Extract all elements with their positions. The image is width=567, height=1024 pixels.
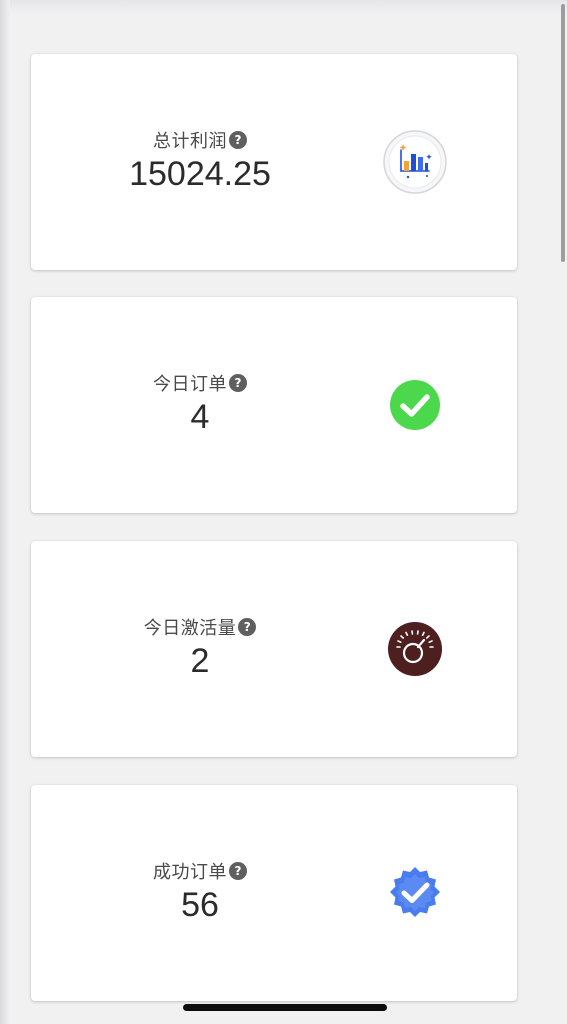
help-icon[interactable]: ?	[229, 131, 247, 149]
stat-value: 56	[181, 886, 219, 924]
check-circle-icon	[383, 373, 447, 437]
stat-value: 4	[190, 398, 210, 436]
gauge-icon	[383, 617, 447, 681]
stat-value: 15024.25	[129, 155, 271, 193]
stat-label-row: 今日订单 ?	[153, 371, 247, 395]
stat-card-today-activations[interactable]: 今日激活量 ? 2	[31, 541, 517, 757]
bar-chart-icon	[383, 130, 447, 194]
stat-label-row: 成功订单 ?	[153, 859, 247, 883]
stat-card-today-orders[interactable]: 今日订单 ? 4	[31, 297, 517, 513]
help-icon[interactable]: ?	[229, 862, 247, 880]
stat-block: 成功订单 ? 56	[31, 859, 369, 925]
left-edge-shadow	[0, 0, 10, 1024]
help-icon[interactable]: ?	[238, 618, 257, 636]
help-icon[interactable]: ?	[229, 374, 247, 392]
home-indicator[interactable]	[183, 1004, 387, 1011]
scrollbar[interactable]	[561, 4, 565, 262]
stat-label: 成功订单	[153, 862, 227, 883]
stat-card-successful-orders[interactable]: 成功订单 ? 56	[31, 785, 517, 1001]
stat-label: 总计利润	[153, 131, 227, 152]
stat-block: 总计利润 ? 15024.25	[31, 128, 369, 194]
stat-label-row: 今日激活量 ?	[144, 615, 257, 639]
stat-label: 今日订单	[153, 374, 227, 395]
stat-block: 今日订单 ? 4	[31, 371, 369, 437]
stat-label: 今日激活量	[143, 618, 237, 639]
verified-badge-icon	[383, 861, 447, 925]
stat-block: 今日激活量 ? 2	[31, 615, 369, 681]
status-bar-area	[0, 0, 567, 14]
stat-card-total-profit[interactable]: 总计利润 ? 15024.25	[31, 54, 517, 270]
stat-value: 2	[190, 642, 210, 680]
stat-label-row: 总计利润 ?	[153, 128, 247, 152]
